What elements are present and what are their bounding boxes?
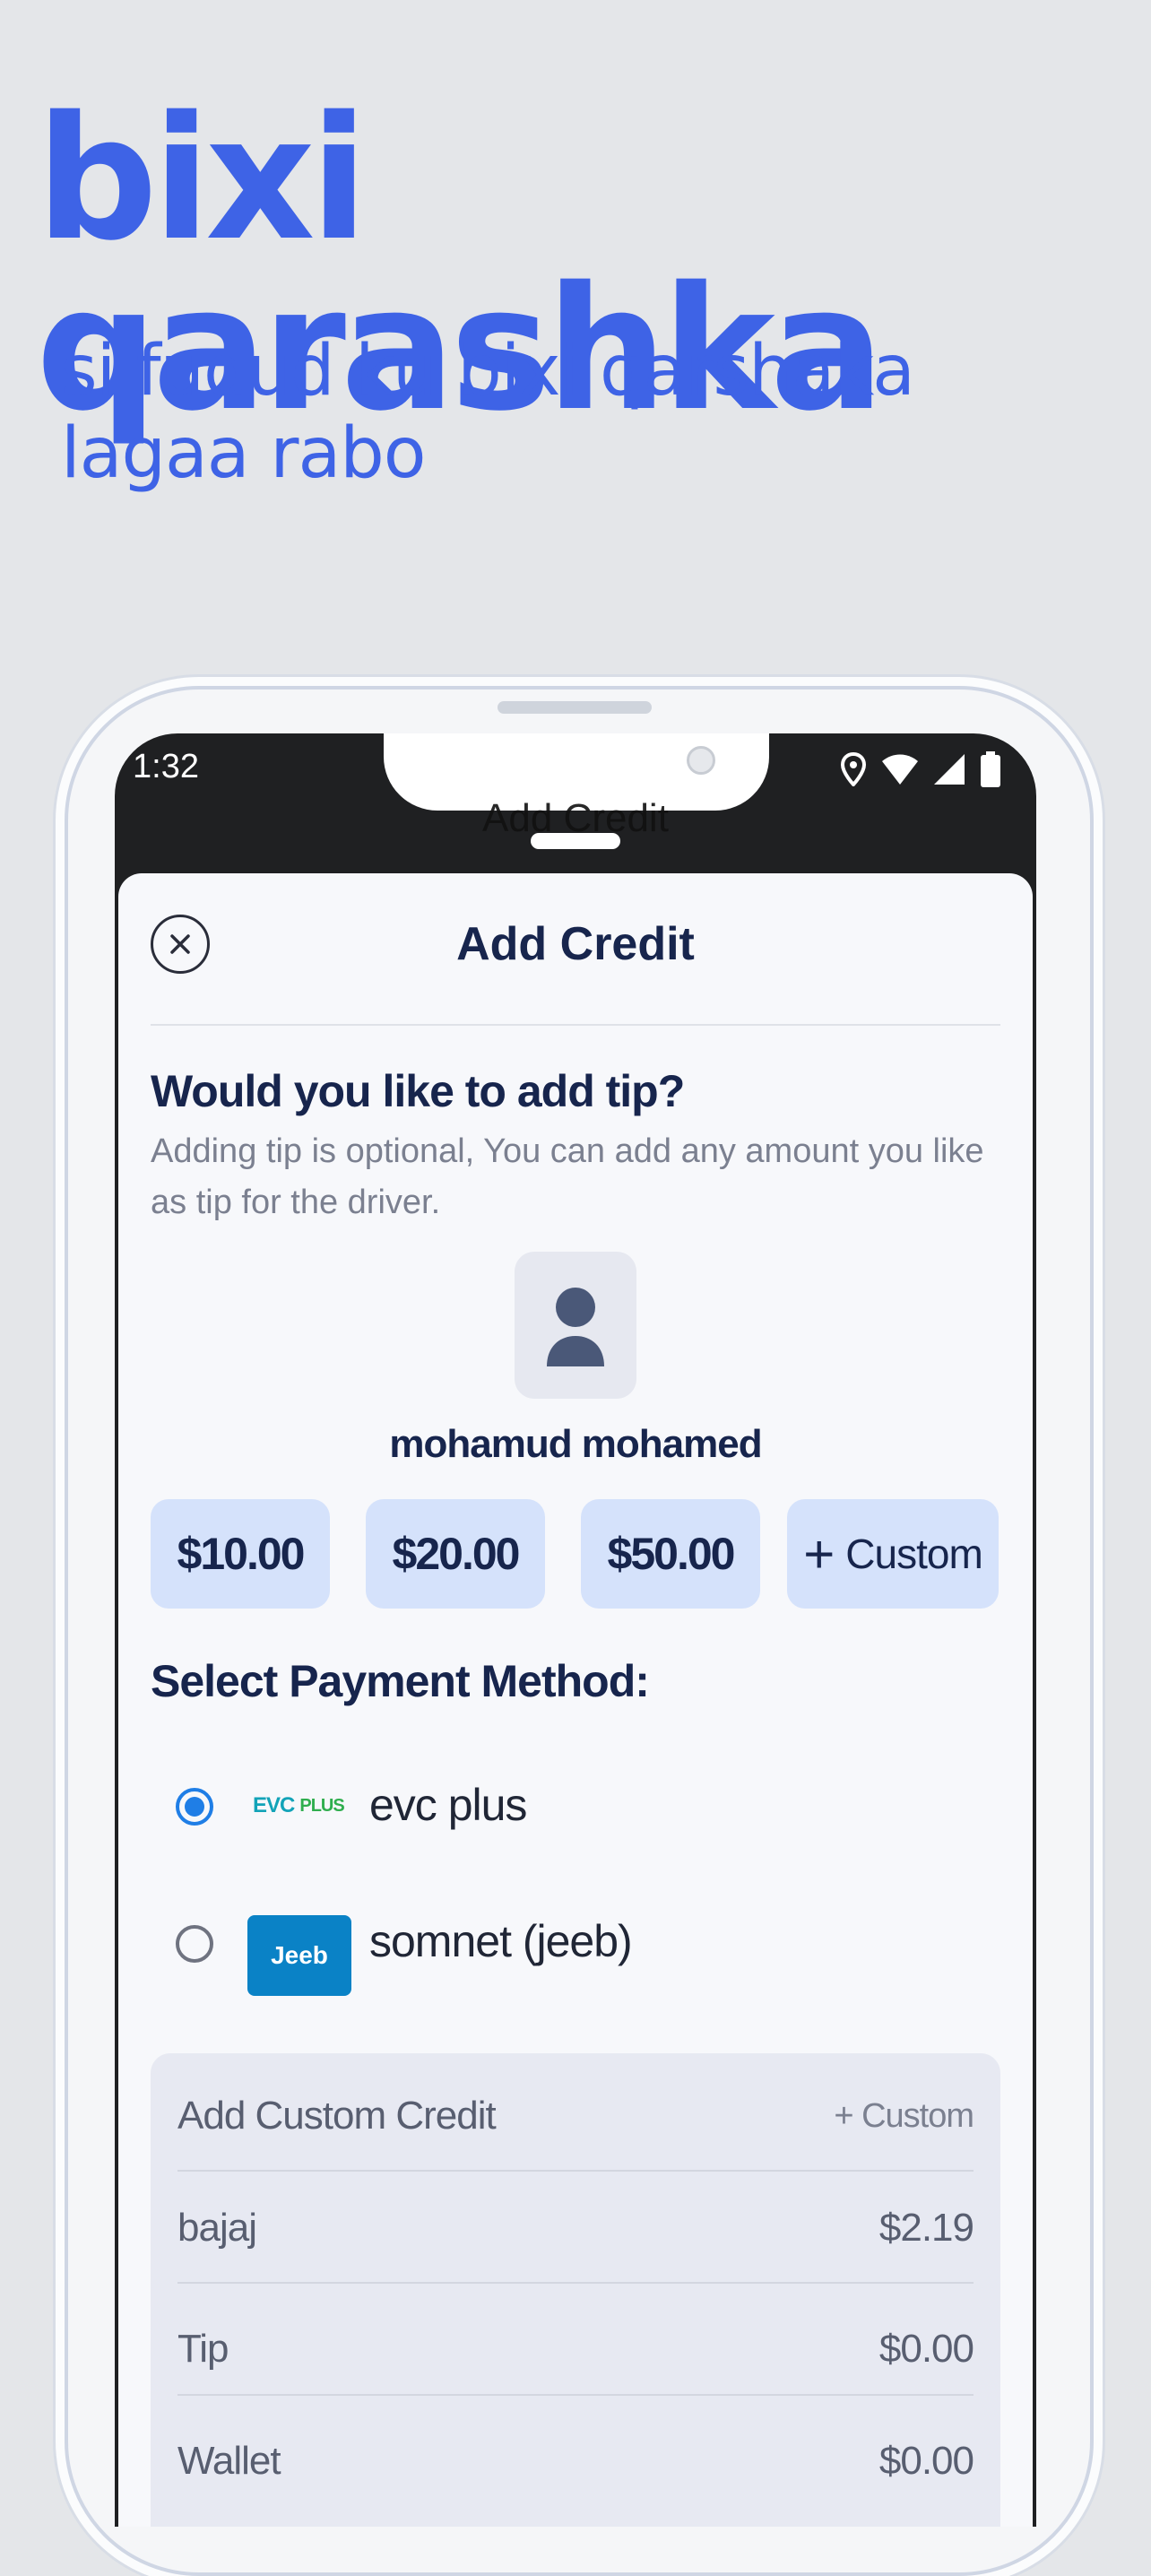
battery-icon [981, 751, 1000, 796]
plus-icon: + [803, 1523, 835, 1584]
summary-row-tip: Tip $0.00 [177, 2295, 974, 2403]
evc-plus-logo: EVC PLUS [253, 1793, 345, 1817]
front-camera [687, 746, 715, 775]
payment-label-evc[interactable]: evc plus [369, 1779, 527, 1831]
tip-option-10[interactable]: $10.00 [151, 1499, 330, 1609]
signal-icon [934, 754, 965, 794]
person-icon [547, 1288, 604, 1366]
sheet-drag-handle[interactable] [531, 833, 620, 849]
custom-label: Custom [845, 1531, 982, 1577]
jeeb-logo: Jeeb [247, 1915, 351, 1996]
summary-label: Wallet [177, 2439, 281, 2483]
add-custom-credit-label: Add Custom Credit [177, 2094, 497, 2138]
phone-screen: 1:32 Add Credit Add Credit Would you lik… [115, 733, 1036, 2527]
summary-divider [177, 2282, 974, 2284]
summary-value: $0.00 [878, 2327, 974, 2371]
summary-label: Tip [177, 2327, 229, 2371]
status-bar: 1:32 [115, 733, 1036, 811]
add-custom-credit-row[interactable]: Add Custom Credit + Custom [177, 2062, 974, 2170]
summary-row-bajaj: bajaj $2.19 [177, 2174, 974, 2282]
driver-avatar [515, 1252, 636, 1399]
tip-heading: Would you like to add tip? [151, 1066, 685, 1116]
add-custom-credit-button[interactable]: + Custom [834, 2097, 974, 2136]
add-credit-sheet: Add Credit Would you like to add tip? Ad… [118, 873, 1033, 2527]
status-icons [840, 751, 1000, 796]
summary-value: $2.19 [878, 2206, 974, 2250]
phone-speaker [498, 701, 652, 714]
summary-label: bajaj [177, 2206, 257, 2250]
tip-option-custom[interactable]: + Custom [787, 1499, 999, 1609]
header-divider [151, 1024, 1000, 1026]
payment-label-jeeb[interactable]: somnet (jeeb) [369, 1915, 633, 1967]
tip-description: Adding tip is optional, You can add any … [151, 1132, 984, 1221]
payment-radio-jeeb[interactable] [176, 1925, 213, 1963]
phone-volume-up-button [56, 1255, 65, 1408]
phone-side-button [56, 1103, 65, 1184]
summary-row-wallet: Wallet $0.00 [177, 2407, 974, 2515]
summary-divider [177, 2170, 974, 2172]
payment-method-heading: Select Payment Method: [151, 1656, 650, 1706]
status-time: 1:32 [133, 748, 199, 785]
phone-volume-down-button [56, 1453, 65, 1605]
wifi-icon [882, 754, 918, 794]
promo-subtitle: si fudud ku bixi qarshaka lagaa rabo [61, 331, 915, 494]
credit-summary: Add Custom Credit + Custom bajaj $2.19 T… [151, 2053, 1000, 2527]
tip-option-20[interactable]: $20.00 [366, 1499, 545, 1609]
sheet-title: Add Credit [456, 918, 695, 970]
tip-option-50[interactable]: $50.00 [581, 1499, 760, 1609]
summary-divider [177, 2394, 974, 2396]
summary-value: $0.00 [878, 2439, 974, 2483]
location-icon [840, 751, 867, 795]
driver-name: mohamud mohamed [389, 1422, 762, 1466]
payment-radio-evc[interactable] [176, 1788, 213, 1826]
